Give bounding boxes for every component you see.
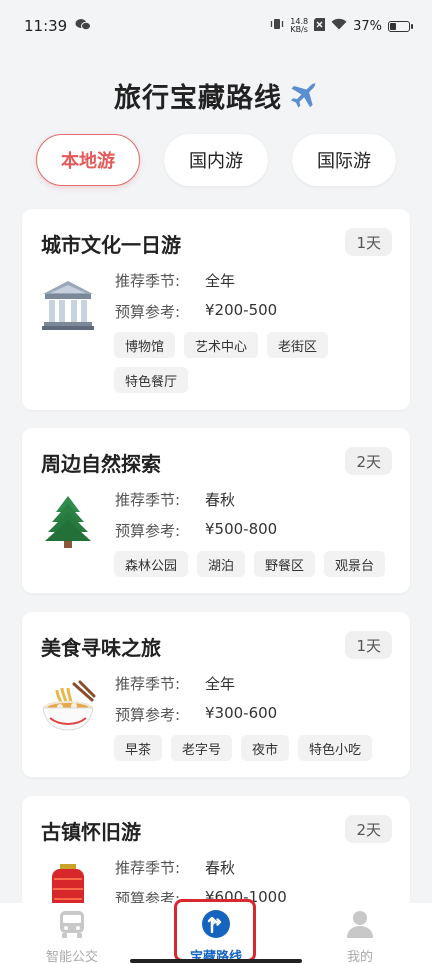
wifi-icon	[331, 18, 347, 34]
vibrate-icon	[270, 17, 284, 35]
tree-icon	[40, 494, 96, 550]
tag: 特色餐厅	[114, 367, 189, 393]
wechat-icon	[75, 18, 92, 35]
route-title: 周边自然探索	[41, 452, 161, 476]
home-indicator[interactable]	[130, 959, 302, 963]
tab-international[interactable]: 国际游	[292, 134, 396, 186]
tag: 野餐区	[254, 551, 316, 577]
budget-value: ¥500-800	[205, 520, 278, 538]
status-time: 11:39	[24, 17, 68, 35]
tag: 艺术中心	[184, 332, 259, 358]
season-value: 春秋	[205, 859, 236, 877]
highlight-box	[174, 899, 256, 962]
tag: 森林公园	[114, 551, 189, 577]
budget-row: 预算参考: ¥300-600	[115, 704, 277, 725]
tag: 老街区	[267, 332, 329, 358]
battery-percent: 37%	[353, 18, 382, 34]
tab-bar: 本地游 国内游 国际游	[0, 134, 432, 188]
budget-row: 预算参考: ¥500-800	[115, 520, 277, 541]
tag: 早茶	[114, 735, 163, 761]
budget-row: 预算参考: ¥200-500	[115, 301, 277, 322]
tag-list: 博物馆 艺术中心 老街区 特色餐厅	[114, 332, 396, 393]
airplane-icon	[288, 82, 318, 114]
route-title: 美食寻味之旅	[41, 636, 161, 660]
season-row: 推荐季节: 全年	[115, 673, 235, 694]
budget-value: ¥200-500	[205, 301, 278, 319]
network-speed: 14.8 KB/s	[290, 17, 309, 34]
season-row: 推荐季节: 春秋	[115, 857, 235, 878]
budget-label: 预算参考:	[115, 303, 181, 321]
route-card[interactable]: 城市文化一日游 1天 推荐季节: 全年 预算参考: ¥200-500 博物馆 艺…	[22, 209, 410, 410]
sim-icon	[314, 17, 326, 35]
tag: 特色小吃	[298, 735, 373, 761]
route-days-badge: 2天	[345, 447, 392, 475]
season-label: 推荐季节:	[115, 675, 181, 693]
route-title: 城市文化一日游	[41, 233, 181, 257]
tag-list: 森林公园 湖泊 野餐区 观景台	[114, 551, 396, 577]
tab-local[interactable]: 本地游	[36, 134, 140, 186]
noodles-icon	[40, 680, 96, 736]
tab-domestic[interactable]: 国内游	[164, 134, 268, 186]
season-row: 推荐季节: 春秋	[115, 489, 235, 510]
bus-icon	[57, 909, 87, 943]
budget-label: 预算参考:	[115, 706, 181, 724]
route-card[interactable]: 周边自然探索 2天 推荐季节: 春秋 预算参考: ¥500-800 森林公园 湖…	[22, 428, 410, 593]
nav-label: 我的	[346, 950, 373, 964]
tag: 夜市	[241, 735, 290, 761]
tag: 观景台	[324, 551, 386, 577]
season-value: 全年	[205, 272, 236, 290]
tag: 博物馆	[114, 332, 176, 358]
season-value: 全年	[205, 675, 236, 693]
season-label: 推荐季节:	[115, 859, 181, 877]
season-label: 推荐季节:	[115, 491, 181, 509]
museum-icon	[40, 277, 96, 333]
nav-me[interactable]: 我的	[300, 903, 420, 964]
season-value: 春秋	[205, 491, 236, 509]
tag-list: 早茶 老字号 夜市 特色小吃	[114, 735, 396, 761]
nav-smart-bus[interactable]: 智能公交	[12, 903, 132, 964]
page-title: 旅行宝藏路线	[0, 76, 432, 115]
season-label: 推荐季节:	[115, 272, 181, 290]
nav-label: 智能公交	[45, 950, 98, 964]
route-title: 古镇怀旧游	[41, 820, 141, 844]
status-bar: 11:39 14.8 KB/s 37%	[0, 0, 432, 52]
route-days-badge: 2天	[345, 815, 392, 843]
route-days-badge: 1天	[345, 228, 392, 256]
budget-label: 预算参考:	[115, 522, 181, 540]
battery-icon	[388, 20, 413, 32]
route-card[interactable]: 美食寻味之旅 1天 推荐季节: 全年 预算参考: ¥300-600 早茶 老字号…	[22, 612, 410, 777]
tag: 老字号	[171, 735, 233, 761]
route-days-badge: 1天	[345, 631, 392, 659]
season-row: 推荐季节: 全年	[115, 270, 235, 291]
tag: 湖泊	[197, 551, 246, 577]
user-icon	[345, 909, 375, 943]
budget-value: ¥300-600	[205, 704, 278, 722]
